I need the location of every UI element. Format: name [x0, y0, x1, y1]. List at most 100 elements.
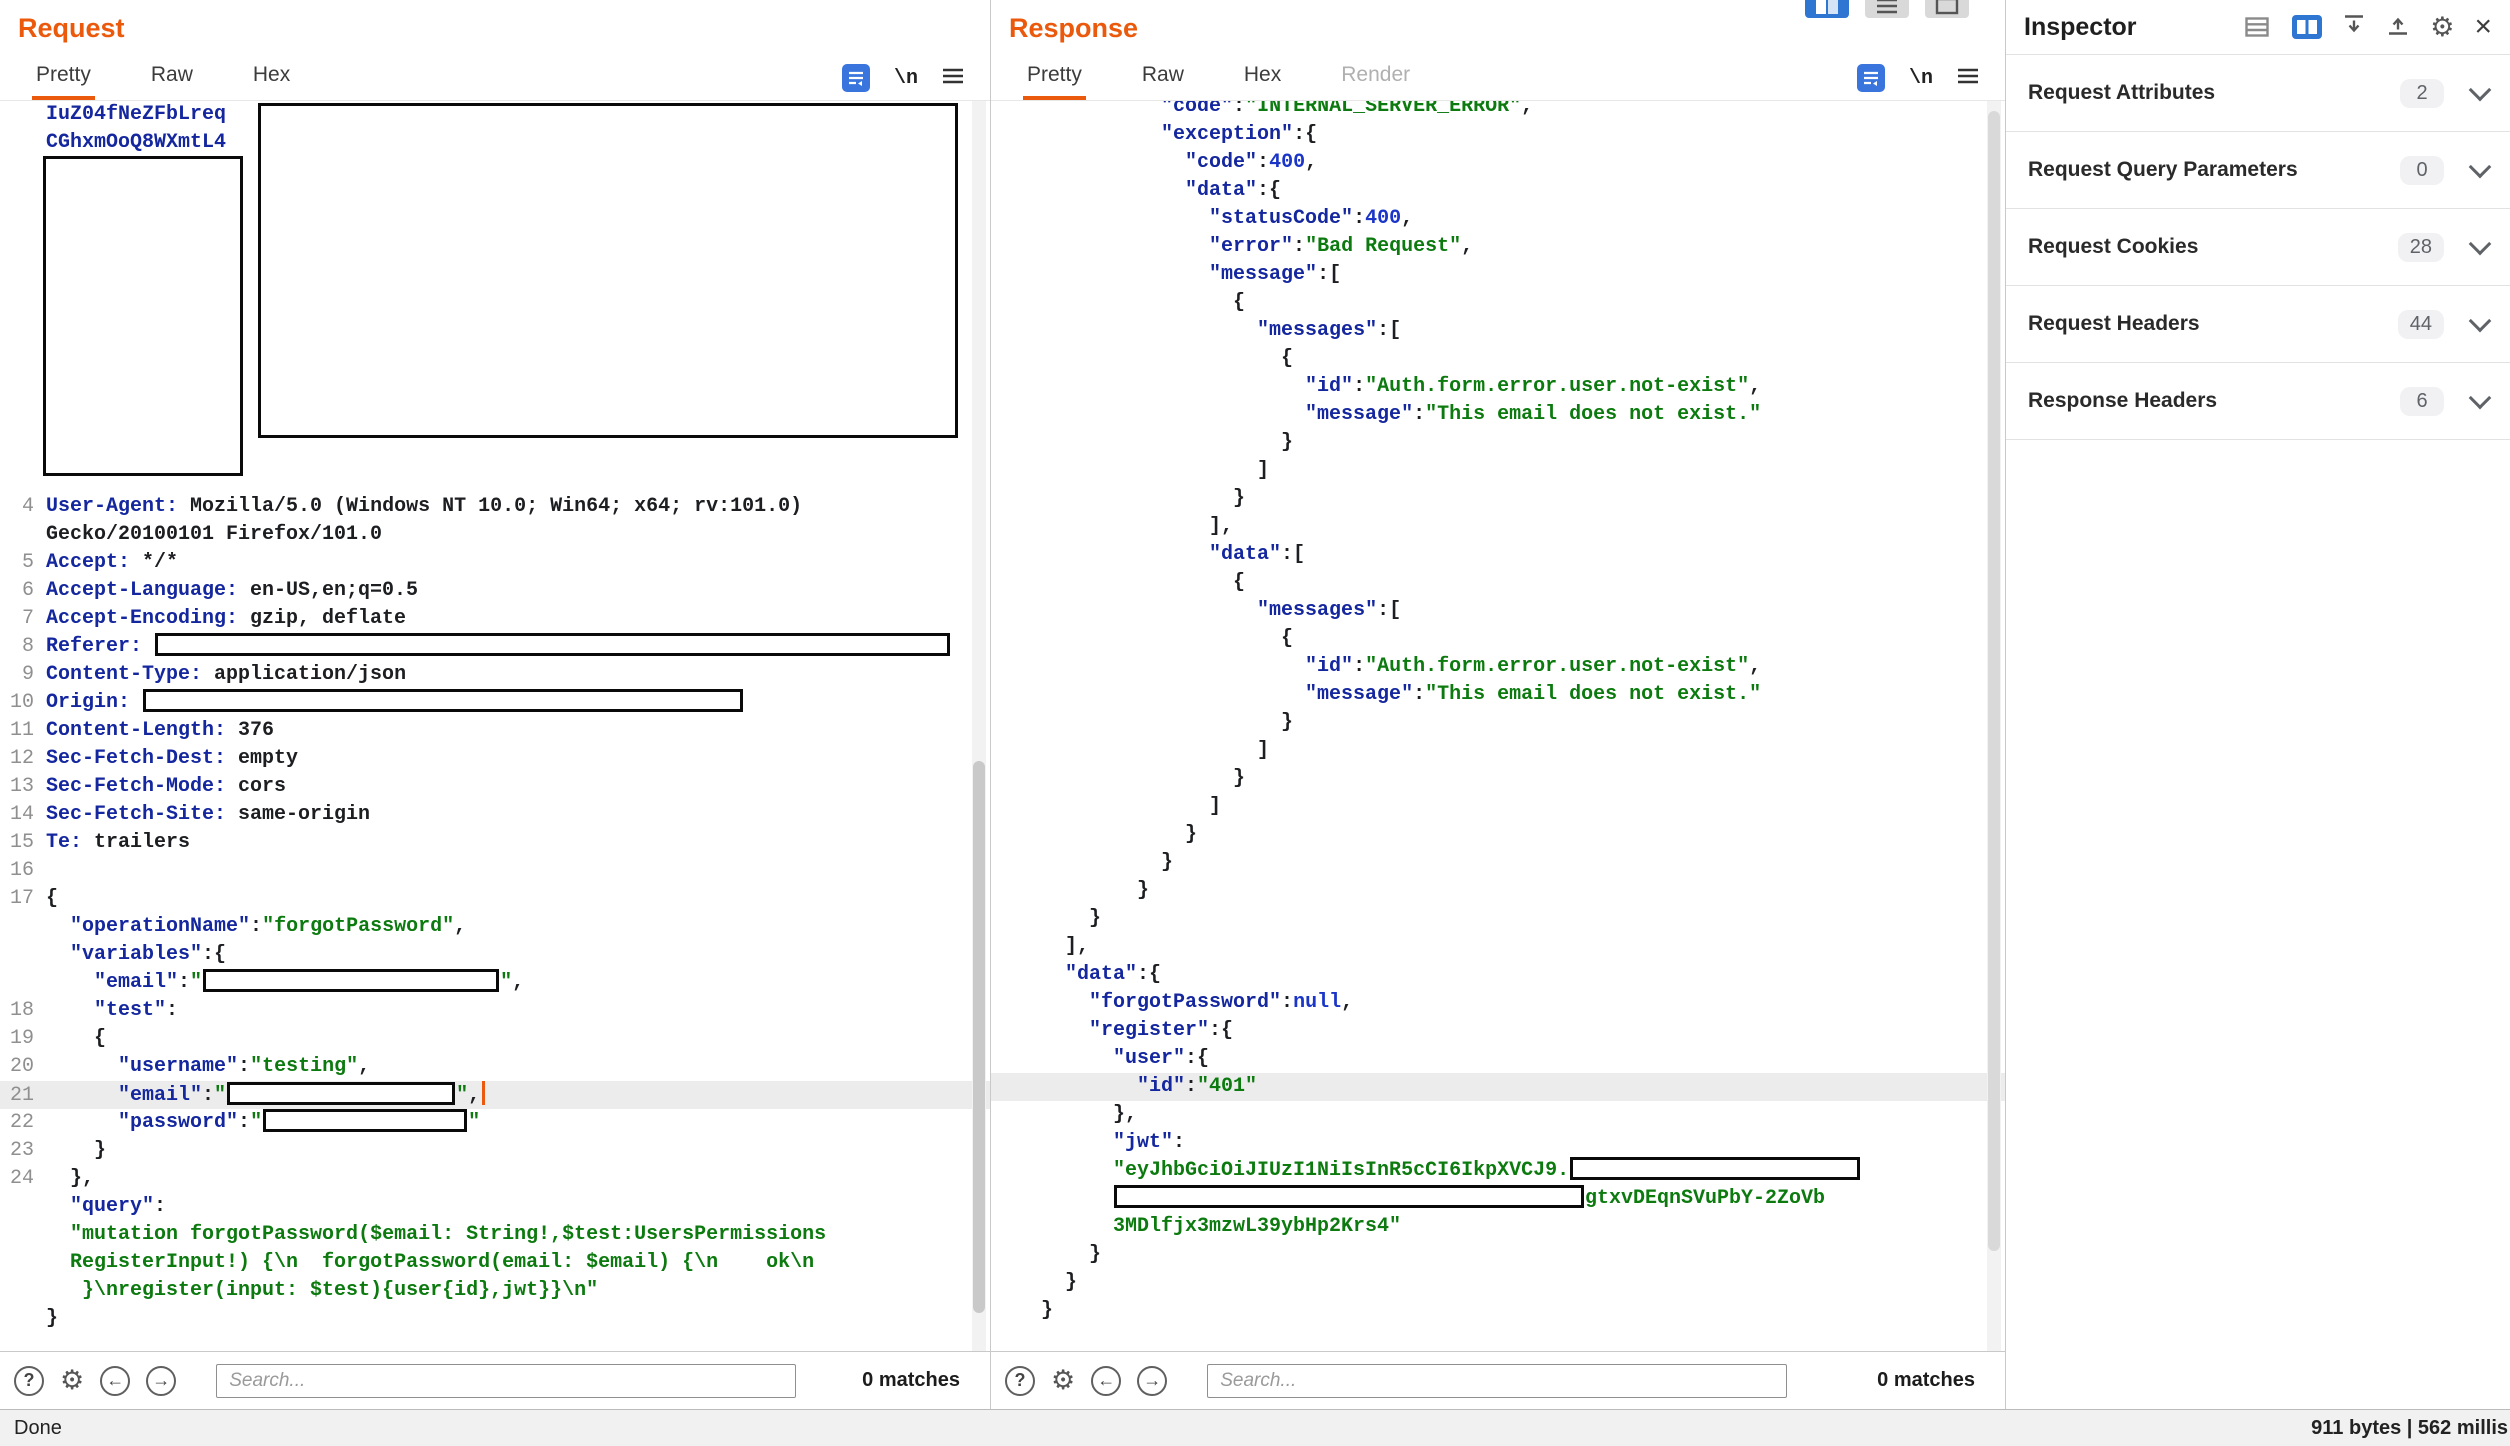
tab-raw[interactable]: Raw [147, 63, 197, 100]
layout-stacked-button[interactable] [1865, 0, 1909, 18]
tab-pretty[interactable]: Pretty [1023, 63, 1086, 100]
code-line[interactable]: 8Referer: [0, 633, 990, 661]
settings-gear-icon[interactable]: ⚙ [1051, 1367, 1075, 1394]
code-line: "messages":[ [991, 317, 2005, 345]
menu-icon[interactable] [942, 68, 964, 89]
settings-gear-icon[interactable]: ⚙ [2430, 14, 2454, 41]
response-tabbar: Pretty Raw Hex Render \n [991, 56, 2005, 101]
code-line[interactable]: 23 } [0, 1137, 990, 1165]
code-line: "id":"Auth.form.error.user.not-exist", [991, 653, 2005, 681]
newline-toggle[interactable]: \n [1909, 67, 1933, 90]
code-line[interactable]: 22 "password":"" [0, 1109, 990, 1137]
code-line[interactable]: 12Sec-Fetch-Dest: empty [0, 745, 990, 773]
code-line[interactable]: 15Te: trailers [0, 829, 990, 857]
collapse-all-icon[interactable] [2342, 14, 2366, 41]
layout-single-button[interactable] [1925, 0, 1969, 18]
code-line: { [991, 625, 2005, 653]
code-line[interactable]: 16 [0, 857, 990, 885]
code-line: { [991, 569, 2005, 597]
code-line[interactable]: }\nregister(input: $test){user{id},jwt}}… [0, 1277, 990, 1305]
code-line[interactable]: "operationName":"forgotPassword", [0, 913, 990, 941]
columns-view-icon[interactable] [2292, 15, 2322, 39]
tab-hex[interactable]: Hex [249, 63, 294, 100]
prev-match-button[interactable]: ← [100, 1366, 130, 1396]
request-title: Request [18, 13, 125, 44]
code-line[interactable]: 5Accept: */* [0, 549, 990, 577]
tab-render[interactable]: Render [1337, 63, 1414, 100]
search-input[interactable] [1207, 1364, 1787, 1398]
tab-pretty[interactable]: Pretty [32, 63, 95, 100]
code-line: } [991, 765, 2005, 793]
match-count: 0 matches [1877, 1369, 1975, 1392]
menu-icon[interactable] [1957, 68, 1979, 89]
request-header: Request [0, 0, 990, 56]
code-line[interactable]: 4User-Agent: Mozilla/5.0 (Windows NT 10.… [0, 493, 990, 521]
code-line[interactable]: 10Origin: [0, 689, 990, 717]
chevron-down-icon[interactable] [2469, 232, 2492, 255]
code-line[interactable]: RegisterInput!) {\n forgotPassword(email… [0, 1249, 990, 1277]
request-body-editor[interactable]: IuZ04fNeZFbLreqCGhxmOoQ8WXmtL44User-Agen… [0, 101, 990, 1351]
section-request-query-parameters[interactable]: Request Query Parameters 0 [2006, 132, 2510, 209]
code-line[interactable]: 11Content-Length: 376 [0, 717, 990, 745]
code-line[interactable]: 6Accept-Language: en-US,en;q=0.5 [0, 577, 990, 605]
section-request-cookies[interactable]: Request Cookies 28 [2006, 209, 2510, 286]
request-scrollbar-thumb[interactable] [973, 761, 985, 1313]
code-line[interactable]: Gecko/20100101 Firefox/101.0 [0, 521, 990, 549]
code-line[interactable]: 13Sec-Fetch-Mode: cors [0, 773, 990, 801]
code-line: "id":"401" [991, 1073, 2005, 1101]
chevron-down-icon[interactable] [2469, 155, 2492, 178]
tab-hex[interactable]: Hex [1240, 63, 1285, 100]
redaction-box [227, 1082, 455, 1105]
section-request-headers[interactable]: Request Headers 44 [2006, 286, 2510, 363]
response-scrollbar-thumb[interactable] [1988, 111, 2000, 1251]
layout-toggles [1805, 0, 1969, 18]
code-line[interactable]: "email":"", [0, 969, 990, 997]
code-line: "code":"INTERNAL_SERVER_ERROR", [991, 101, 2005, 121]
line-number: 24 [0, 1165, 34, 1193]
help-icon[interactable]: ? [1005, 1366, 1035, 1396]
redaction-box [43, 156, 243, 476]
code-line[interactable]: 24 }, [0, 1165, 990, 1193]
chevron-down-icon[interactable] [2469, 309, 2492, 332]
settings-gear-icon[interactable]: ⚙ [60, 1367, 84, 1394]
request-scrollbar[interactable] [972, 101, 986, 1351]
count-badge: 28 [2398, 233, 2444, 262]
word-wrap-toggle-icon[interactable] [842, 64, 870, 92]
rows-view-icon[interactable] [2242, 15, 2272, 39]
code-line[interactable]: "query": [0, 1193, 990, 1221]
code-line: } [991, 821, 2005, 849]
code-line[interactable]: 9Content-Type: application/json [0, 661, 990, 689]
code-line[interactable]: 20 "username":"testing", [0, 1053, 990, 1081]
section-response-headers[interactable]: Response Headers 6 [2006, 363, 2510, 440]
section-request-attributes[interactable]: Request Attributes 2 [2006, 55, 2510, 132]
status-bar: Done 911 bytes | 562 millis [0, 1409, 2510, 1446]
code-line[interactable]: 17{ [0, 885, 990, 913]
code-line[interactable]: 21 "email":"", [0, 1081, 990, 1109]
help-icon[interactable]: ? [14, 1366, 44, 1396]
newline-toggle[interactable]: \n [894, 67, 918, 90]
line-number: 7 [0, 605, 34, 633]
code-line: } [991, 877, 2005, 905]
next-match-button[interactable]: → [146, 1366, 176, 1396]
chevron-down-icon[interactable] [2469, 386, 2492, 409]
word-wrap-toggle-icon[interactable] [1857, 64, 1885, 92]
close-icon[interactable]: × [2474, 12, 2492, 42]
response-scrollbar[interactable] [1987, 101, 2001, 1351]
next-match-button[interactable]: → [1137, 1366, 1167, 1396]
prev-match-button[interactable]: ← [1091, 1366, 1121, 1396]
code-line[interactable]: } [0, 1305, 990, 1333]
tab-raw[interactable]: Raw [1138, 63, 1188, 100]
chevron-down-icon[interactable] [2469, 78, 2492, 101]
layout-side-by-side-button[interactable] [1805, 0, 1849, 18]
expand-all-icon[interactable] [2386, 14, 2410, 41]
section-label: Request Attributes [2028, 81, 2400, 105]
code-line[interactable]: "mutation forgotPassword($email: String!… [0, 1221, 990, 1249]
code-line[interactable]: 19 { [0, 1025, 990, 1053]
code-line[interactable]: 18 "test": [0, 997, 990, 1025]
search-input[interactable] [216, 1364, 796, 1398]
code-line[interactable]: 7Accept-Encoding: gzip, deflate [0, 605, 990, 633]
code-line[interactable]: "variables":{ [0, 941, 990, 969]
code-line[interactable]: 14Sec-Fetch-Site: same-origin [0, 801, 990, 829]
count-badge: 6 [2400, 387, 2444, 416]
code-line: ] [991, 457, 2005, 485]
